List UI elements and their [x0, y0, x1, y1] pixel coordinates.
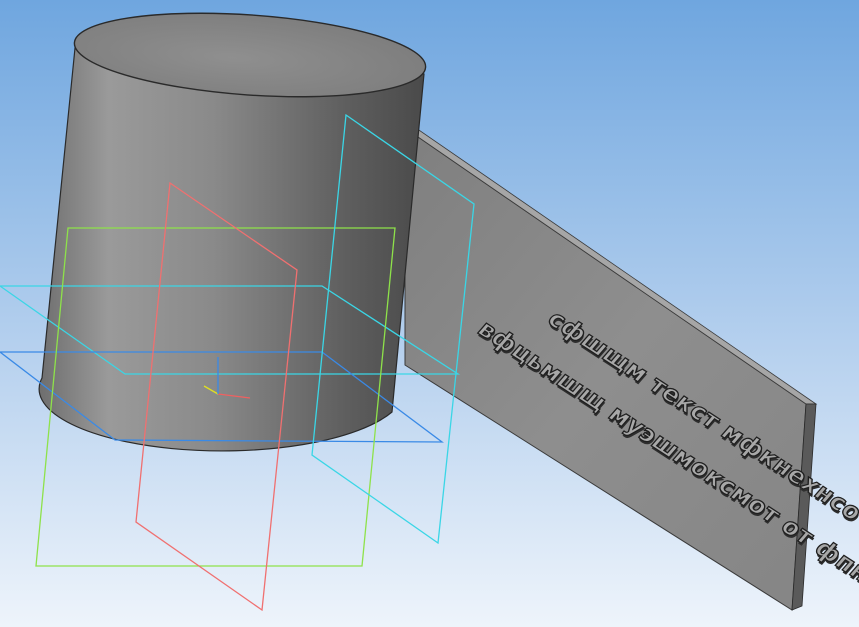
- 3d-viewport[interactable]: сфшщм текст мфкнехнсо сфшщм текст мфкнех…: [0, 0, 859, 627]
- cylinder-side: [38, 37, 425, 452]
- model-scene[interactable]: сфшщм текст мфкнехнсо сфшщм текст мфкнех…: [0, 0, 859, 627]
